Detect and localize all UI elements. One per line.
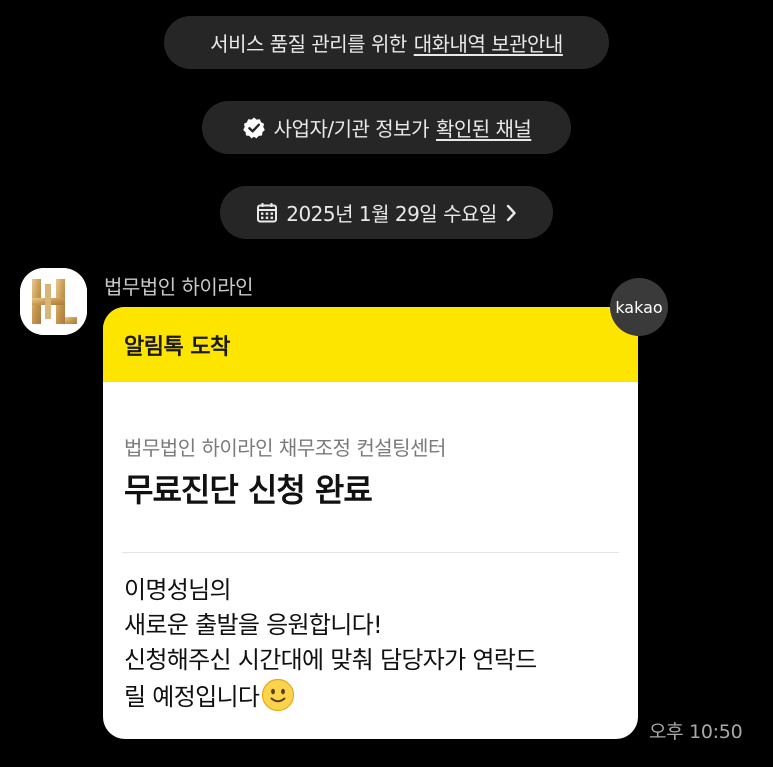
verified-notice-link[interactable]: 확인된 채널 [436,113,532,142]
calendar-icon [256,202,278,224]
message-subtitle: 법무법인 하이라인 채무조정 컨설팅센터 [124,436,446,460]
date-text: 2025년 1월 29일 수요일 [286,202,497,226]
message-header: 알림톡 도착 [103,307,638,382]
storage-notice-text: 서비스 품질 관리를 위한 [210,32,407,56]
message-body-line: 새로운 출발을 응원합니다! [124,611,383,639]
slightly-smiling-face-icon [261,678,295,722]
message-body-last-line: 릴 예정입니다 [124,678,624,722]
chevron-right-icon [505,204,517,222]
message-body-line: 신청해주신 시간대에 맞춰 담당자가 연락드 [124,646,537,674]
sender-name: 법무법인 하이라인 [104,275,254,299]
highline-logo [20,268,87,335]
message-body-line: 이명성님의 [124,576,232,604]
message-divider [122,552,619,553]
kakao-badge: kakao [610,278,668,336]
channel-avatar[interactable] [20,268,87,335]
date-pill[interactable]: 2025년 1월 29일 수요일 [220,186,553,239]
alimtalk-message[interactable]: 알림톡 도착 법무법인 하이라인 채무조정 컨설팅센터 무료진단 신청 완료 이… [103,307,638,739]
message-body-line: 릴 예정입니다 [124,683,260,711]
chat-screen: 서비스 품질 관리를 위한 대화내역 보관안내 사업자/기관 정보가 확인된 채… [0,0,773,767]
message-time: 오후 10:50 [649,721,743,743]
verified-notice-text: 사업자/기관 정보가 [273,117,430,141]
message-title: 무료진단 신청 완료 [124,471,373,509]
message-body: 이명성님의 새로운 출발을 응원합니다! 신청해주신 시간대에 맞춰 담당자가 … [124,573,624,722]
verified-check-icon [242,116,266,140]
storage-notice[interactable]: 서비스 품질 관리를 위한 대화내역 보관안내 [164,16,609,69]
verified-channel-notice[interactable]: 사업자/기관 정보가 확인된 채널 [202,101,571,154]
storage-notice-link[interactable]: 대화내역 보관안내 [414,28,564,57]
